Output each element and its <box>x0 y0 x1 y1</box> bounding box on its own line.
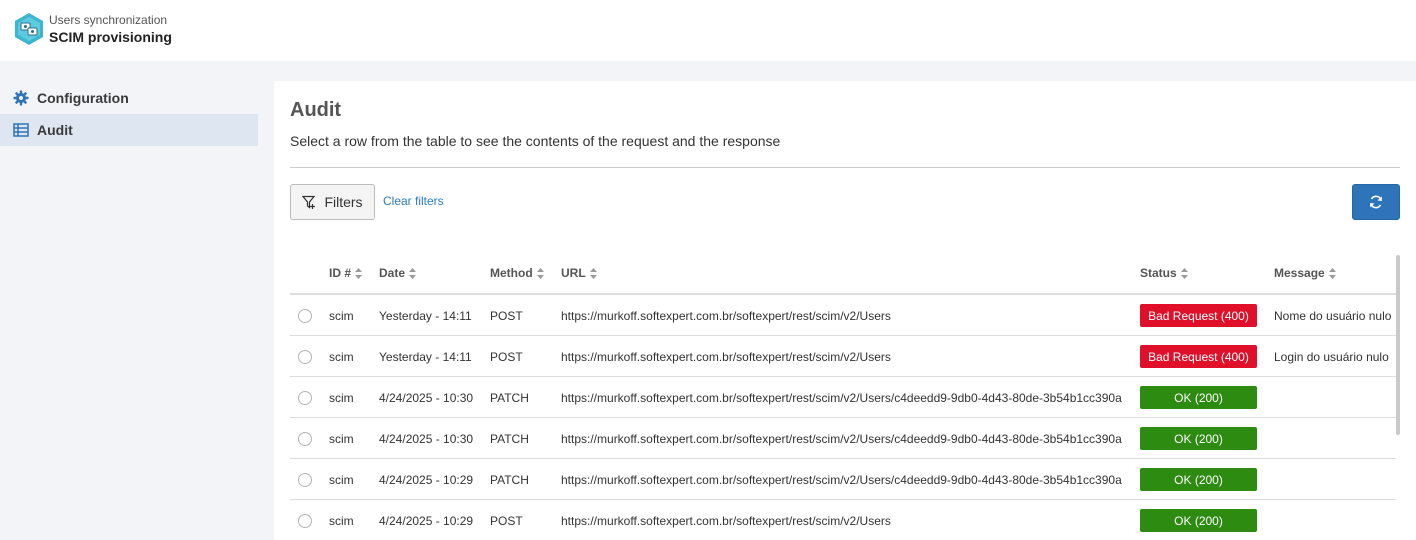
cell-url: https://murkoff.softexpert.com.br/softex… <box>561 432 1122 446</box>
row-select-radio[interactable] <box>298 514 312 528</box>
app-title: SCIM provisioning <box>49 29 172 45</box>
table-row[interactable]: scim 4/24/2025 - 10:29 PATCH https://mur… <box>290 459 1396 500</box>
table-header: ID # Date Method URL Status Message <box>290 253 1396 295</box>
cell-date: Yesterday - 14:11 <box>379 309 472 323</box>
table-scrollbar[interactable] <box>1396 255 1400 435</box>
cell-method: PATCH <box>490 432 529 446</box>
page-title: Audit <box>290 99 342 121</box>
table-icon <box>13 123 29 137</box>
row-select-radio[interactable] <box>298 473 312 487</box>
cell-method: POST <box>490 514 523 528</box>
column-header-status[interactable]: Status <box>1140 266 1188 280</box>
cell-method: POST <box>490 350 523 364</box>
cell-url: https://murkoff.softexpert.com.br/softex… <box>561 473 1122 487</box>
cell-message: Login do usuário nulo <box>1274 350 1389 364</box>
cell-message: Nome do usuário nulo <box>1274 309 1392 323</box>
filters-button[interactable]: Filters <box>290 184 375 220</box>
status-badge: Bad Request (400) <box>1140 304 1257 327</box>
cell-url: https://murkoff.softexpert.com.br/softex… <box>561 514 891 528</box>
sort-icon <box>409 267 417 279</box>
sidebar-item-label: Configuration <box>37 90 129 106</box>
cell-date: 4/24/2025 - 10:29 <box>379 473 474 487</box>
cell-date: 4/24/2025 - 10:30 <box>379 391 474 405</box>
table-row[interactable]: scim 4/24/2025 - 10:30 PATCH https://mur… <box>290 377 1396 418</box>
cell-id: scim <box>329 391 354 405</box>
sidebar: Configuration Audit <box>0 61 274 540</box>
sort-icon <box>1180 267 1188 279</box>
cell-id: scim <box>329 350 354 364</box>
cell-date: 4/24/2025 - 10:30 <box>379 432 474 446</box>
status-badge: OK (200) <box>1140 386 1257 409</box>
cell-url: https://murkoff.softexpert.com.br/softex… <box>561 309 891 323</box>
cell-date: 4/24/2025 - 10:29 <box>379 514 474 528</box>
status-badge: Bad Request (400) <box>1140 345 1257 368</box>
sidebar-item-configuration[interactable]: Configuration <box>0 82 258 114</box>
cell-id: scim <box>329 309 354 323</box>
row-select-radio[interactable] <box>298 391 312 405</box>
gear-icon <box>13 90 29 106</box>
page-description: Select a row from the table to see the c… <box>290 133 781 149</box>
status-badge: OK (200) <box>1140 427 1257 450</box>
table-row[interactable]: scim 4/24/2025 - 10:29 POST https://murk… <box>290 500 1396 540</box>
table-row[interactable]: scim 4/24/2025 - 10:30 PATCH https://mur… <box>290 418 1396 459</box>
sidebar-item-audit[interactable]: Audit <box>0 114 258 146</box>
sort-icon <box>589 267 597 279</box>
refresh-button[interactable] <box>1352 184 1400 220</box>
cell-url: https://murkoff.softexpert.com.br/softex… <box>561 350 891 364</box>
column-header-method[interactable]: Method <box>490 266 544 280</box>
cell-method: POST <box>490 309 523 323</box>
app-subtitle: Users synchronization <box>49 13 168 27</box>
cell-method: PATCH <box>490 391 529 405</box>
status-badge: OK (200) <box>1140 509 1257 532</box>
sort-icon <box>1328 267 1336 279</box>
clear-filters-link[interactable]: Clear filters <box>383 194 444 208</box>
cell-id: scim <box>329 473 354 487</box>
filter-icon <box>302 195 316 209</box>
column-header-id[interactable]: ID # <box>329 266 363 280</box>
refresh-icon <box>1370 195 1382 209</box>
audit-panel: Audit Select a row from the table to see… <box>274 81 1416 540</box>
cell-method: PATCH <box>490 473 529 487</box>
column-header-message[interactable]: Message <box>1274 266 1336 280</box>
cell-date: Yesterday - 14:11 <box>379 350 472 364</box>
column-header-date[interactable]: Date <box>379 266 417 280</box>
filters-label: Filters <box>324 194 363 210</box>
sidebar-item-label: Audit <box>37 122 73 138</box>
row-select-radio[interactable] <box>298 432 312 446</box>
audit-table: ID # Date Method URL Status Message scim… <box>290 253 1396 540</box>
sort-icon <box>536 267 544 279</box>
scim-logo-icon <box>15 13 43 45</box>
app-header: Users synchronization SCIM provisioning <box>0 0 1416 61</box>
sort-icon <box>355 267 363 279</box>
table-row[interactable]: scim Yesterday - 14:11 POST https://murk… <box>290 336 1396 377</box>
column-header-url[interactable]: URL <box>561 266 597 280</box>
table-row[interactable]: scim Yesterday - 14:11 POST https://murk… <box>290 295 1396 336</box>
cell-id: scim <box>329 514 354 528</box>
row-select-radio[interactable] <box>298 309 312 323</box>
row-select-radio[interactable] <box>298 350 312 364</box>
status-badge: OK (200) <box>1140 468 1257 491</box>
cell-id: scim <box>329 432 354 446</box>
divider <box>290 167 1400 168</box>
cell-url: https://murkoff.softexpert.com.br/softex… <box>561 391 1122 405</box>
